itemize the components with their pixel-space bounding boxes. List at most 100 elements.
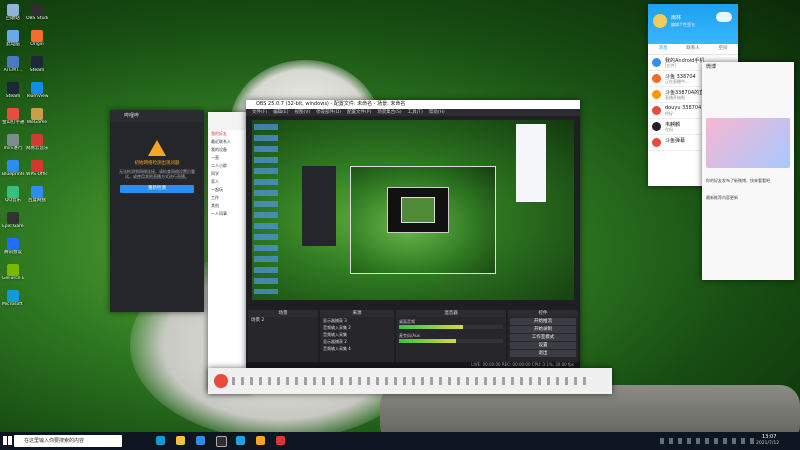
qq-tabs: 消息 联系人 空间	[648, 44, 738, 55]
sources-header: 来源	[320, 310, 394, 317]
obs-preview	[252, 120, 574, 300]
weibo-feed-item[interactable]: 你的好友发布了新微博，快来看看吧	[702, 172, 794, 189]
qq-tab[interactable]: 空间	[708, 44, 738, 54]
start-button[interactable]	[3, 436, 12, 445]
obs-control-button[interactable]: 退出	[510, 350, 576, 357]
app-icon	[31, 186, 43, 198]
obs-control-button[interactable]: 工作室模式	[510, 334, 576, 341]
desktop-shortcut-label: Epic Games Launcher	[2, 224, 24, 229]
source-item[interactable]: 显示器捕获 3	[320, 317, 394, 324]
clock-date[interactable]: 2021/7/12	[756, 441, 779, 446]
desktop-shortcut[interactable]: Microsoft Edge	[2, 290, 24, 307]
qq-tab[interactable]: 消息	[648, 44, 678, 54]
desktop-shortcut-label: TeamViewer	[26, 94, 48, 99]
error-body: 无法检测到网络连接，请检查网络设置后重试，或使用其他直播方式进行直播。	[119, 169, 195, 179]
contact-avatar	[652, 90, 661, 99]
desktop-shortcut[interactable]: ATEMT...	[2, 56, 24, 73]
volume-meter[interactable]	[399, 339, 503, 343]
obs-menu-item[interactable]: 工具(T)	[408, 110, 423, 115]
mixer-track: 麦克风/Aux	[396, 331, 506, 345]
desktop-shortcut-label: WPS Office	[26, 172, 48, 177]
contact-preview: 在吗	[665, 127, 673, 132]
taskbar-search-input[interactable]: 在这里输入你要搜索的内容	[14, 435, 122, 447]
desktop-shortcut[interactable]: TeamViewer	[26, 82, 48, 99]
mixer-tracks: 桌面音频 麦克风/Aux	[396, 317, 506, 345]
desktop-shortcut[interactable]: mini进行	[2, 134, 24, 151]
retry-button[interactable]: 重新检测	[120, 185, 194, 193]
weibo-title: 微博	[706, 64, 717, 70]
obs-menu-item[interactable]: 文件(F)	[252, 110, 267, 115]
obs-menu-bar: 文件(F) 编辑(E) 视图(V) 停靠部件(D) 配置文件(P) 场景集合(S) 工具(T…	[246, 109, 580, 116]
weibo-banner[interactable]	[706, 118, 790, 168]
desktop-shortcut[interactable]: 金山打字通	[2, 108, 24, 125]
desktop-shortcut[interactable]: 百度网盘	[26, 186, 48, 203]
desktop-shortcut-label: mini进行	[3, 146, 23, 151]
desktop-shortcut[interactable]: WeGame	[26, 108, 48, 125]
obs-menu-item[interactable]: 编辑(E)	[273, 110, 288, 115]
volume-meter[interactable]	[399, 325, 503, 329]
desktop-shortcut[interactable]: 腾讯会议	[2, 238, 24, 255]
preview-dark-panel	[302, 166, 336, 246]
source-item[interactable]: 显示器捕获 2	[320, 338, 394, 345]
file-explorer-icon[interactable]	[176, 436, 185, 445]
edge-icon[interactable]	[156, 436, 165, 445]
desktop-shortcut[interactable]: OBS Studio	[26, 4, 48, 21]
app-icon	[31, 56, 43, 68]
contact-avatar	[652, 106, 661, 115]
app-icon	[7, 108, 19, 120]
qq-tab[interactable]: 联系人	[678, 44, 708, 54]
obs-menu-item[interactable]: 配置文件(P)	[347, 110, 371, 115]
obs-control-button[interactable]: 开始录制	[510, 326, 576, 333]
source-item[interactable]: 音频输入采集 2	[320, 324, 394, 331]
desktop-shortcut[interactable]: 网易云音乐	[26, 134, 48, 151]
contact-avatar	[652, 122, 661, 131]
desktop-icons: 回收站此电脑 ATEMT... Steam 金山打字通 mini进行 Blueprinte…	[0, 0, 100, 432]
bottom-app-strip	[208, 368, 612, 394]
scene-item[interactable]: 场景 2	[248, 317, 318, 324]
desktop-shortcut[interactable]: Origin	[26, 30, 48, 47]
qq-avatar[interactable]	[653, 14, 667, 28]
app-icon	[7, 30, 19, 42]
obs-menu-item[interactable]: 视图(V)	[294, 110, 310, 115]
app-icon	[7, 56, 19, 68]
app-icon	[31, 134, 43, 146]
qq-signature[interactable]: 编辑个性签名	[671, 22, 695, 28]
desktop-shortcut[interactable]: Blueprinter	[2, 160, 24, 177]
qq-taskbar-icon[interactable]	[236, 436, 245, 445]
contact-avatar	[652, 58, 661, 67]
app-icon	[7, 160, 19, 172]
desktop-shortcut[interactable]: Steam	[2, 82, 24, 99]
obs-taskbar-icon[interactable]	[216, 436, 227, 447]
desktop-shortcut[interactable]: 回收站	[2, 4, 24, 21]
obs-menu-item[interactable]: 停靠部件(D)	[316, 110, 341, 115]
desktop-shortcut[interactable]: 此电脑	[2, 30, 24, 47]
obs-control-button[interactable]: 开始推流	[510, 318, 576, 325]
source-item[interactable]: 音频输入采集	[320, 331, 394, 338]
obs-menu-item[interactable]: 帮助(H)	[429, 110, 445, 115]
obs-menu-item[interactable]: 场景集合(S)	[377, 110, 401, 115]
app-icon	[7, 4, 19, 16]
scenes-dock: 场景 场景 2	[248, 310, 318, 362]
live-tool-taskbar-icon[interactable]	[256, 436, 265, 445]
error-dialog-window: 哔哩哔 初始网络检测出现问题 无法检测到网络连接，请检查网络设置后重试，或使用其…	[110, 110, 204, 312]
obs-control-button[interactable]: 设置	[510, 342, 576, 349]
system-tray[interactable]	[660, 438, 756, 444]
volume-meter-fill	[399, 325, 464, 329]
desktop-shortcut[interactable]: Steam	[26, 56, 48, 73]
volume-meter-fill	[399, 339, 457, 343]
desktop-shortcut[interactable]: GeForce Experience	[2, 264, 24, 281]
app-icon	[7, 212, 19, 224]
desktop-shortcut[interactable]: QQ音乐	[2, 186, 24, 203]
store-icon[interactable]	[196, 436, 205, 445]
preview-nested-screen	[350, 166, 496, 274]
desktop-shortcut[interactable]: Epic Games Launcher	[2, 212, 24, 229]
source-item[interactable]: 音频输入采集 4	[320, 345, 394, 352]
weibo-feed-item[interactable]: 最新推荐内容更新	[702, 189, 794, 206]
clock-time[interactable]: 13:07	[762, 434, 776, 440]
app-icon	[7, 264, 19, 276]
desktop-shortcut[interactable]: WPS Office	[26, 160, 48, 177]
app-icon	[7, 134, 19, 146]
contact-name: 斗鱼弹幕	[665, 138, 686, 144]
music-taskbar-icon[interactable]	[276, 436, 285, 445]
desktop-shortcut-label: ATEMT...	[3, 68, 23, 73]
